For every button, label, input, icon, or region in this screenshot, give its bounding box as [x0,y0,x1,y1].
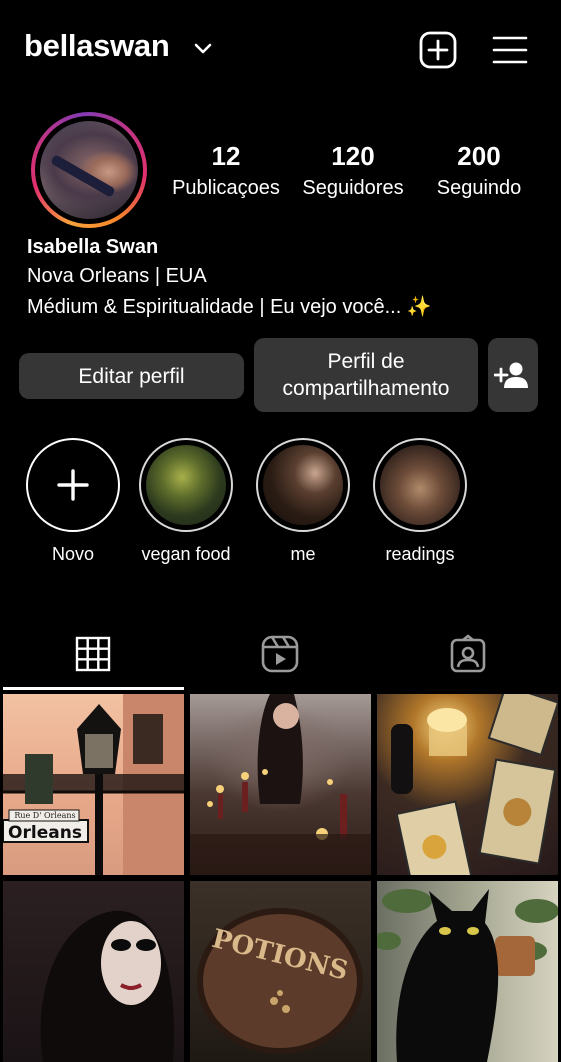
tarot-cards-image [391,694,558,875]
highlight-label: vegan food [141,544,231,564]
highlight-me[interactable]: me [251,438,355,565]
bio-location: Nova Orleans | EUA [27,265,207,287]
highlight-label: me [290,544,316,564]
black-cat-image [377,889,558,1062]
candles-portrait-image [190,694,371,875]
highlight-image [380,445,460,525]
post-thumbnail[interactable] [377,881,558,1062]
chevron-down-icon[interactable] [192,38,214,60]
highlight-readings[interactable]: readings [368,438,472,565]
add-person-icon [494,362,528,388]
potions-sign-image: POTIONS [197,908,363,1054]
new-orleans-street-image: Rue D' Orleans Orleans [3,694,184,875]
profile-name: Isabella Swan [27,236,159,258]
highlight-vegan-food[interactable]: vegan food [134,438,238,565]
highlight-image [146,445,226,525]
followers-count: 120 [331,141,375,171]
tagged-icon[interactable] [448,634,488,674]
highlight-label: readings [385,544,455,564]
menu-icon[interactable] [490,30,530,70]
active-tab-indicator [3,687,184,690]
plus-square-icon[interactable] [418,30,458,70]
followers-label: Seguidores [302,177,404,199]
following-count: 200 [457,141,501,171]
post-thumbnail[interactable]: Rue D' Orleans Orleans [3,694,184,875]
reels-icon[interactable] [260,634,300,674]
username-title[interactable]: bellaswan [24,28,170,64]
discover-people-button[interactable] [488,338,538,412]
stat-posts[interactable]: 12 Publicaçoes [163,140,289,204]
post-thumbnail[interactable]: POTIONS [190,881,371,1062]
grid-icon[interactable] [73,634,113,674]
plus-icon [57,469,89,501]
post-thumbnail[interactable] [190,694,371,875]
highlight-label: Novo [51,544,95,564]
profile-avatar[interactable] [31,112,147,228]
following-label: Seguindo [436,177,522,199]
post-thumbnail[interactable] [3,881,184,1062]
small-street-sign: Rue D' Orleans [14,811,75,820]
street-sign-text: Orleans [8,823,82,843]
stat-followers[interactable]: 120 Seguidores [293,140,413,204]
posts-count: 12 [211,141,241,171]
share-profile-button[interactable]: Perfil de compartilhamento [254,338,478,412]
portrait-sunglasses-image [40,910,174,1062]
bio-description: Médium & Espiritualidade | Eu vejo você.… [27,296,432,318]
edit-profile-button[interactable]: Editar perfil [19,353,244,399]
stat-following[interactable]: 200 Seguindo [424,140,534,204]
post-thumbnail[interactable] [377,694,558,875]
highlight-image [263,445,343,525]
highlight-new[interactable]: Novo [21,438,125,565]
posts-label: Publicaçoes [172,177,280,199]
